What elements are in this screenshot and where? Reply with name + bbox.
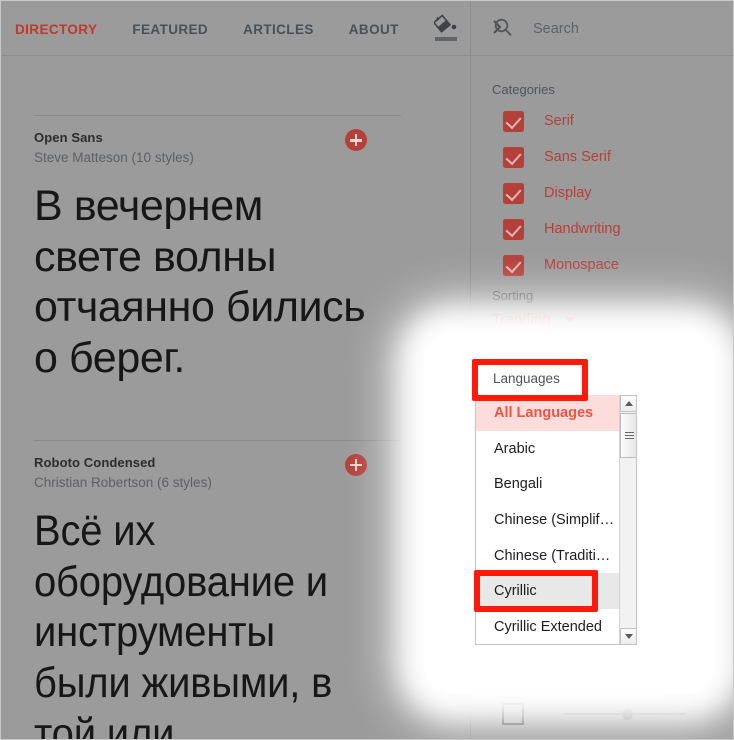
language-option-arabic[interactable]: Arabic — [476, 431, 636, 467]
search-icon — [493, 17, 513, 42]
paint-bucket-color-bar — [434, 37, 457, 41]
nav-item-directory[interactable]: DIRECTORY — [15, 22, 97, 37]
font-directory-list: Open Sans Steve Matteson (10 styles) В в… — [2, 56, 469, 740]
languages-dropdown-header[interactable]: Languages — [475, 361, 637, 395]
language-option-cyrillic-extended[interactable]: Cyrillic Extended — [476, 609, 636, 644]
language-option-chinese-simplified[interactable]: Chinese (Simplif… — [476, 502, 636, 538]
languages-popup: Languages All Languages Arabic Bengali C… — [475, 361, 637, 645]
filter-label: Display — [544, 185, 592, 201]
filter-label: Sans Serif — [544, 149, 611, 165]
nav-item-articles[interactable]: ARTICLES — [243, 22, 314, 37]
filter-label: Handwriting — [544, 221, 621, 237]
add-font-button-open-sans[interactable] — [345, 129, 367, 151]
scroll-up-arrow-icon[interactable] — [620, 395, 636, 412]
font-name: Roboto Condensed — [34, 454, 156, 470]
filter-checkbox-monospace[interactable]: Monospace — [503, 247, 733, 283]
language-option-cyrillic[interactable]: Cyrillic — [476, 573, 636, 610]
filter-label: Serif — [544, 113, 574, 129]
search-input[interactable]: Search — [533, 21, 579, 37]
checkbox-checked-icon[interactable] — [503, 182, 524, 204]
sorting-dropdown[interactable]: Trending — [492, 311, 733, 328]
chevron-down-icon — [564, 316, 575, 323]
checkbox-unchecked-icon[interactable] — [502, 703, 524, 725]
filter-label: Monospace — [544, 257, 619, 273]
sorting-selected-value: Trending — [492, 311, 551, 328]
font-card-roboto-condensed: Roboto Condensed Christian Robertson (6 … — [2, 441, 469, 740]
filter-checkbox-display[interactable]: Display — [503, 175, 733, 211]
search-bar[interactable]: Search — [471, 2, 733, 56]
nav-item-featured[interactable]: FEATURED — [132, 22, 208, 37]
filter-checkbox-sans-serif[interactable]: Sans Serif — [503, 139, 733, 175]
triangle-up-glyph — [624, 401, 633, 406]
checkbox-checked-icon[interactable] — [503, 218, 524, 240]
filter-checkbox-serif[interactable]: Serif — [503, 103, 733, 139]
triangle-down-glyph — [624, 634, 633, 639]
languages-listbox[interactable]: All Languages Arabic Bengali Chinese (Si… — [475, 395, 637, 645]
font-designer-styles: Christian Robertson (6 styles) — [34, 474, 212, 490]
filter-checkbox-handwriting[interactable]: Handwriting — [503, 211, 733, 247]
categories-heading: Categories — [492, 82, 555, 97]
paint-bucket-icon[interactable] — [432, 14, 460, 44]
language-option-bengali[interactable]: Bengali — [476, 466, 636, 502]
font-card-open-sans: Open Sans Steve Matteson (10 styles) В в… — [2, 116, 469, 384]
checkbox-checked-icon[interactable] — [503, 146, 524, 168]
font-designer-styles: Steve Matteson (10 styles) — [34, 150, 194, 165]
language-option-all-languages[interactable]: All Languages — [476, 395, 636, 431]
scrollbar-thumb[interactable] — [620, 413, 636, 458]
font-name: Open Sans — [34, 130, 103, 145]
nav-item-about[interactable]: ABOUT — [349, 22, 399, 37]
scroll-down-arrow-icon[interactable] — [620, 628, 636, 644]
top-bar: DIRECTORY FEATURED ARTICLES ABOUT Search — [2, 2, 733, 56]
scrollbar-grip-icon — [625, 432, 634, 439]
width-slider[interactable] — [564, 707, 686, 721]
main-navigation: DIRECTORY FEATURED ARTICLES ABOUT — [2, 2, 502, 56]
listbox-scrollbar[interactable] — [619, 395, 636, 644]
checkbox-checked-icon[interactable] — [503, 110, 524, 132]
browser-window: DIRECTORY FEATURED ARTICLES ABOUT Search… — [0, 0, 734, 740]
checkbox-checked-icon[interactable] — [503, 254, 524, 276]
sorting-heading: Sorting — [492, 288, 534, 303]
add-font-button-roboto-condensed[interactable] — [345, 453, 367, 476]
language-option-chinese-traditional[interactable]: Chinese (Traditi… — [476, 538, 636, 574]
width-filter-row — [502, 703, 686, 725]
slider-thumb[interactable] — [622, 709, 633, 720]
font-specimen-text: В вечернем свете волны отчаянно бились о… — [34, 182, 366, 383]
font-specimen-text: Всё их оборудование и инструменты были ж… — [34, 506, 333, 740]
